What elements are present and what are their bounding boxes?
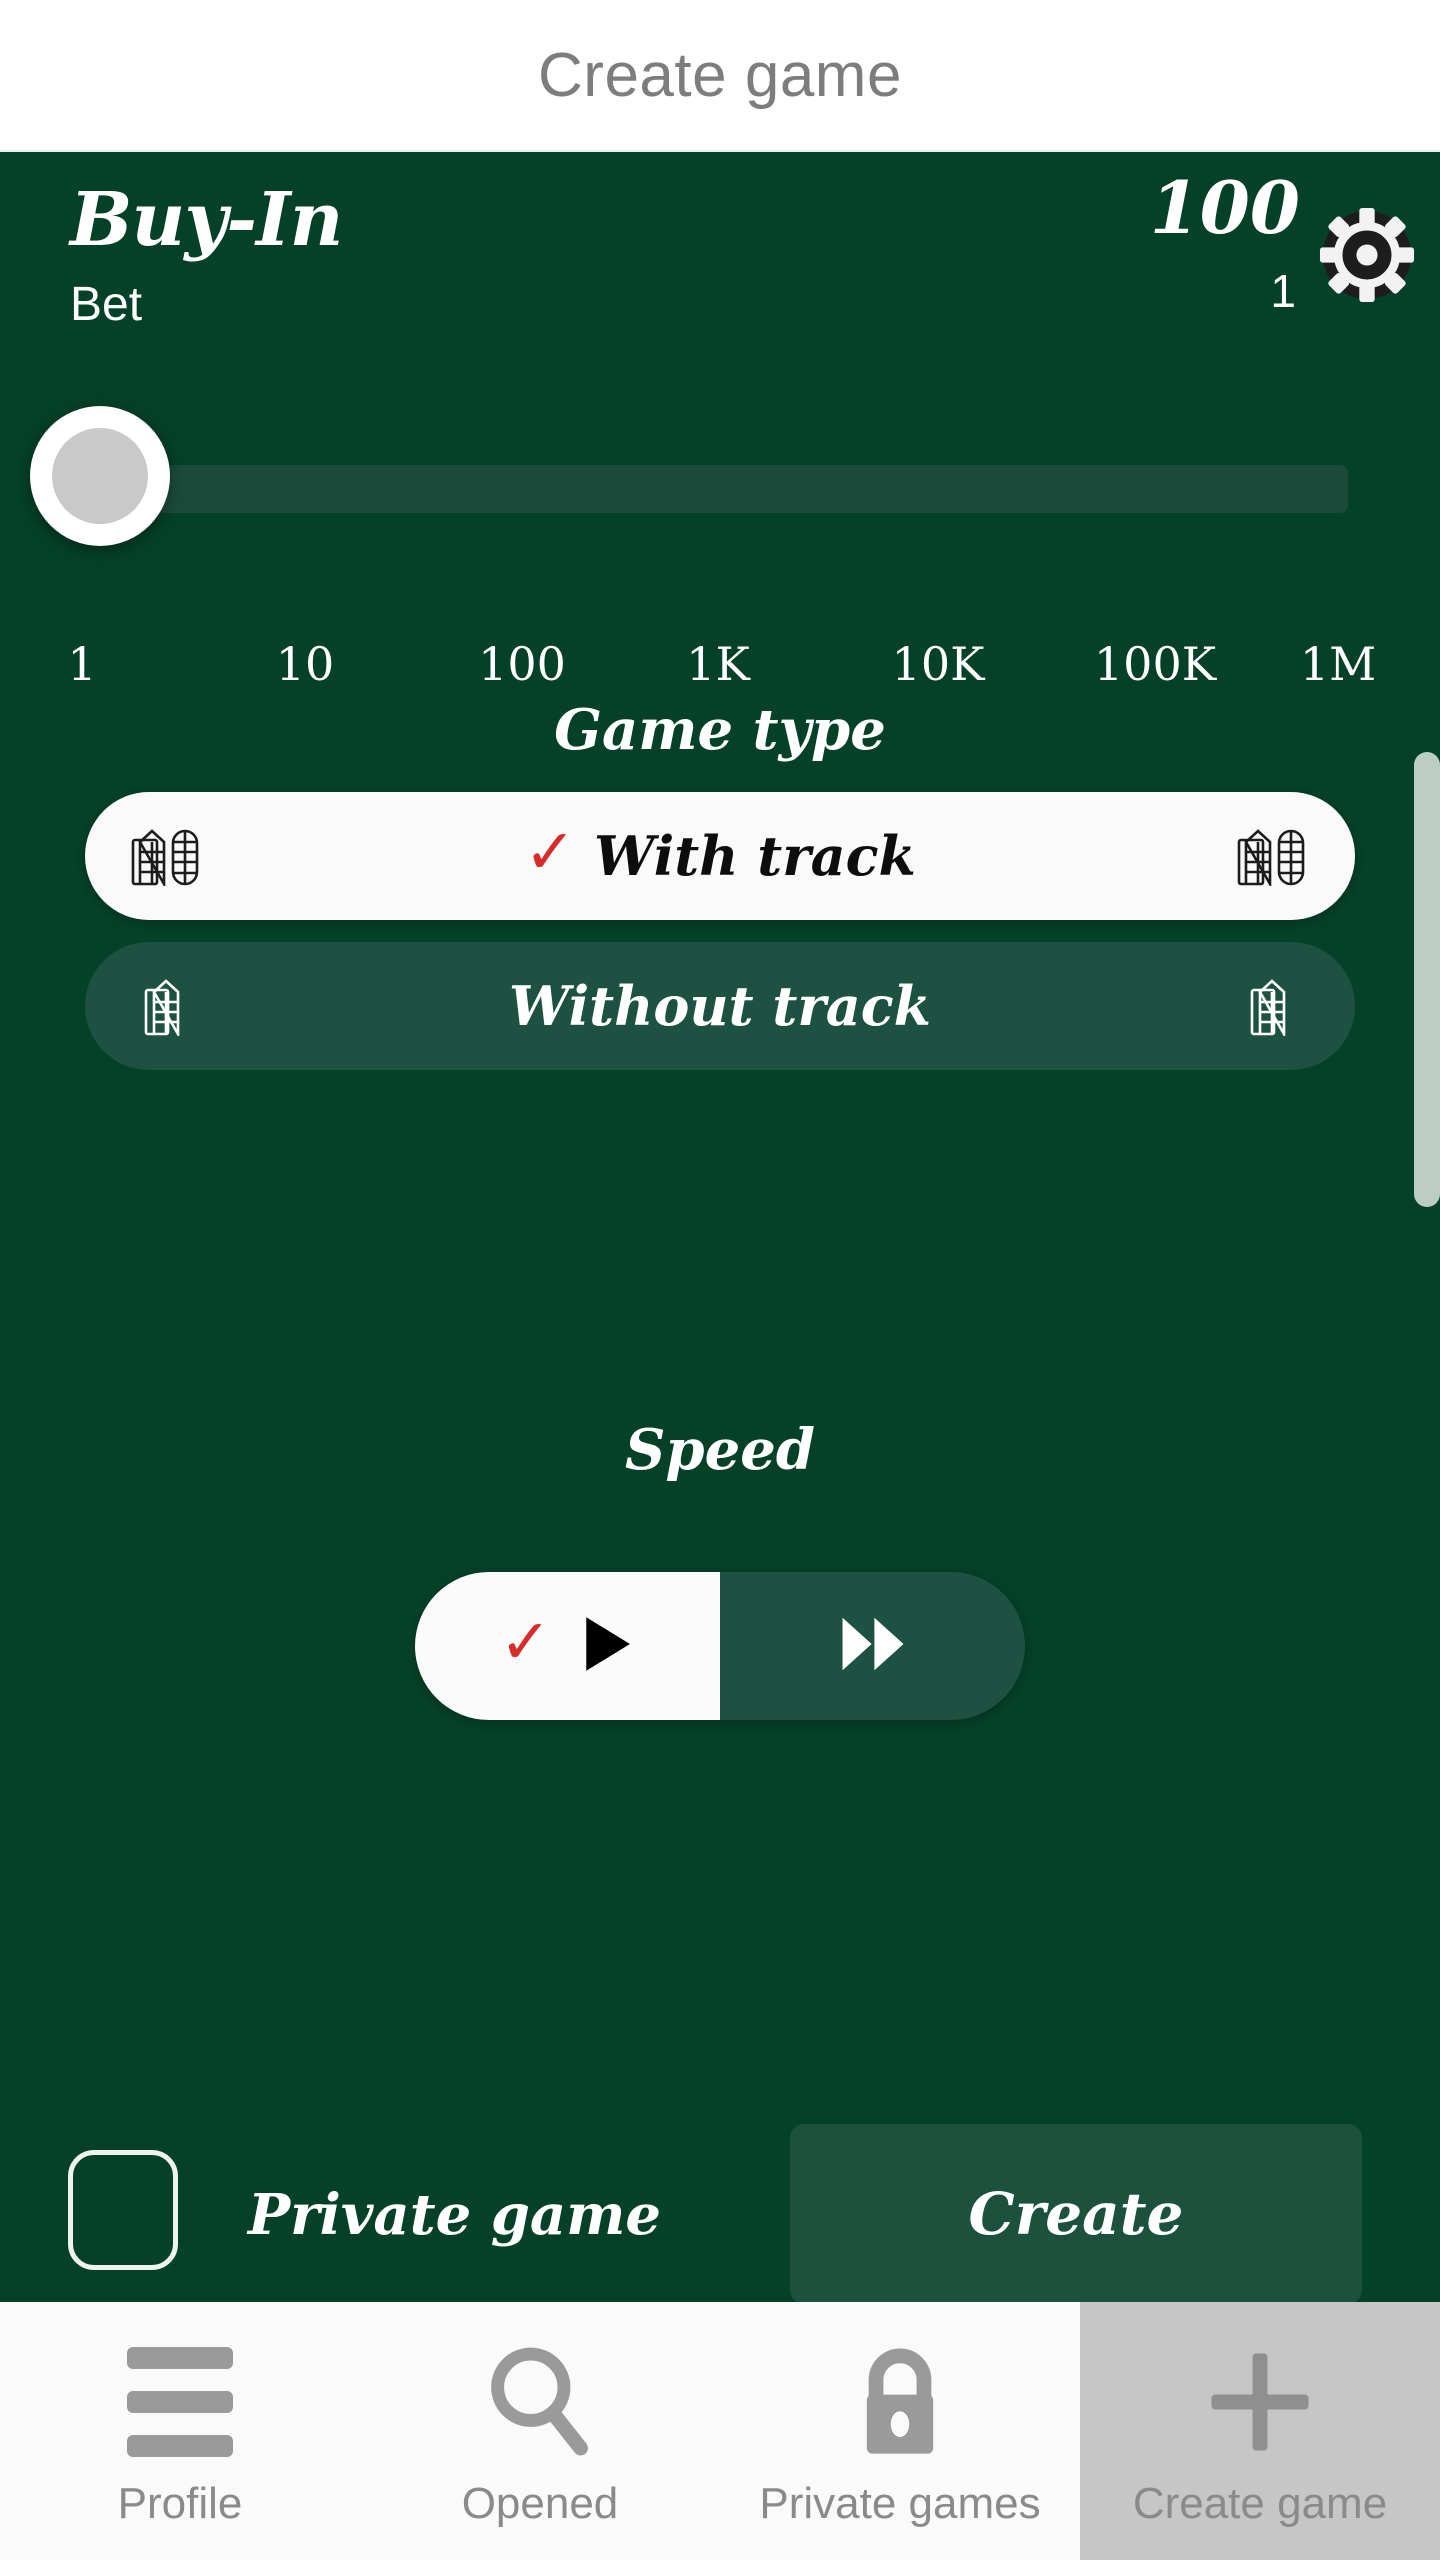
chip-count: 1 xyxy=(1270,265,1296,317)
game-type-label: Without track xyxy=(227,974,1213,1038)
game-type-label: ✓ With track xyxy=(227,815,1213,889)
bottom-navigation: Profile Opened Private games Create game xyxy=(0,2302,1440,2560)
slider-tick: 10K xyxy=(891,637,985,691)
main-content: Buy-In Bet 100 1 1 10 100 1K 10K 100K 1M… xyxy=(0,152,1440,2304)
search-icon xyxy=(484,2343,596,2461)
create-button[interactable]: Create xyxy=(790,2124,1362,2304)
speed-toggle[interactable]: ✓ xyxy=(415,1572,1025,1720)
play-icon xyxy=(577,1613,635,1680)
nav-item-private-games[interactable]: Private games xyxy=(720,2302,1080,2560)
game-type-title: Game type xyxy=(554,697,886,763)
nav-label: Create game xyxy=(1132,2479,1388,2528)
page-title: Create game xyxy=(538,40,902,110)
bet-label: Bet xyxy=(70,278,143,331)
vertical-scrollbar[interactable] xyxy=(1414,752,1440,1207)
private-game-label: Private game xyxy=(248,2182,662,2248)
game-type-option-without-track[interactable]: Without track xyxy=(85,942,1355,1070)
check-icon: ✓ xyxy=(524,815,577,889)
nav-label: Profile xyxy=(117,2479,243,2528)
private-game-checkbox[interactable] xyxy=(68,2150,178,2270)
speed-option-fast[interactable] xyxy=(720,1572,1025,1720)
nav-item-profile[interactable]: Profile xyxy=(0,2302,360,2560)
fast-forward-icon xyxy=(837,1613,909,1680)
board-icon xyxy=(107,976,227,1036)
buyin-amount: 100 xyxy=(1149,165,1300,250)
board-icon xyxy=(1213,976,1333,1036)
check-icon: ✓ xyxy=(499,1605,552,1679)
slider-track[interactable] xyxy=(108,465,1348,513)
nav-label: Private games xyxy=(759,2479,1041,2528)
buyin-title: Buy-In xyxy=(70,177,343,263)
slider-tick: 100K xyxy=(1093,637,1217,691)
track-board-icon xyxy=(107,826,227,886)
slider-tick: 10 xyxy=(275,637,335,691)
slider-thumb[interactable] xyxy=(30,406,170,546)
hamburger-icon xyxy=(127,2343,233,2461)
nav-item-create-game[interactable]: Create game xyxy=(1080,2302,1440,2560)
game-type-text: Without track xyxy=(508,974,932,1038)
speed-option-normal[interactable]: ✓ xyxy=(415,1572,720,1720)
track-board-icon xyxy=(1213,826,1333,886)
create-game-screen: Create game Buy-In Bet 100 1 1 10 100 1K… xyxy=(0,0,1440,2560)
lock-icon xyxy=(848,2343,952,2461)
buyin-amount-block: 100 1 xyxy=(1149,165,1300,317)
plus-icon xyxy=(1204,2343,1316,2461)
game-type-option-with-track[interactable]: ✓ With track xyxy=(85,792,1355,920)
slider-tick: 1 xyxy=(67,637,97,691)
slider-tick: 1M xyxy=(1299,637,1377,691)
nav-item-opened[interactable]: Opened xyxy=(360,2302,720,2560)
poker-chip-icon[interactable] xyxy=(1319,207,1415,303)
app-header: Create game xyxy=(0,0,1440,152)
buyin-slider[interactable] xyxy=(0,400,1440,590)
slider-tick: 1K xyxy=(686,637,750,691)
game-type-text: With track xyxy=(594,824,916,888)
slider-tick: 100 xyxy=(478,637,566,691)
speed-title: Speed xyxy=(624,1417,815,1483)
nav-label: Opened xyxy=(461,2479,619,2528)
